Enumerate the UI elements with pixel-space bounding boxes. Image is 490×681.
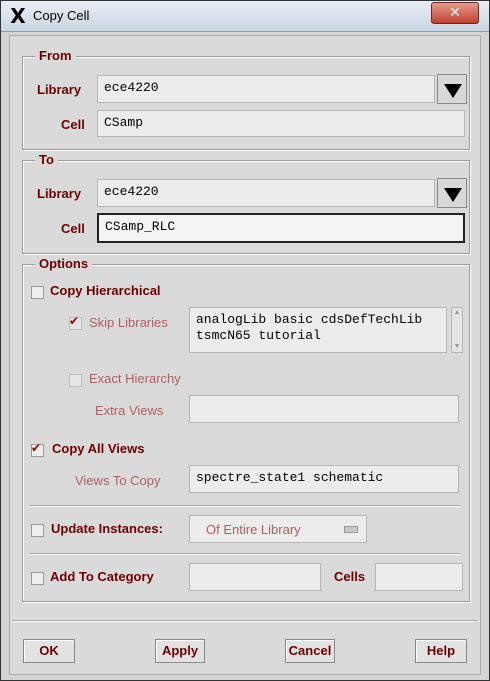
category-field[interactable] xyxy=(189,563,321,591)
ok-button[interactable]: OK xyxy=(23,639,75,663)
option-menu-indicator-icon xyxy=(344,526,358,533)
from-library-dropdown-button[interactable] xyxy=(437,74,467,104)
skip-libraries-label: Skip Libraries xyxy=(89,315,168,330)
extra-views-label: Extra Views xyxy=(95,403,164,418)
x-window-icon: X xyxy=(10,4,26,28)
to-cell-field[interactable]: CSamp_RLC xyxy=(97,213,465,243)
cells-field[interactable] xyxy=(375,563,463,591)
options-group-title: Options xyxy=(35,256,93,271)
from-group-title: From xyxy=(35,48,76,63)
skip-libraries-scrollbar[interactable]: ▲ ▼ xyxy=(451,307,463,353)
to-library-label: Library xyxy=(37,186,82,201)
update-instances-select-value: Of Entire Library xyxy=(206,522,301,537)
update-instances-label: Update Instances: xyxy=(51,521,163,536)
options-separator-1 xyxy=(29,505,461,506)
views-to-copy-field[interactable]: spectre_state1 schematic xyxy=(189,465,459,493)
skip-libraries-checkbox[interactable] xyxy=(69,314,82,330)
add-to-category-label: Add To Category xyxy=(50,569,154,584)
exact-hierarchy-label: Exact Hierarchy xyxy=(89,371,181,386)
to-library-dropdown-button[interactable] xyxy=(437,178,467,208)
views-to-copy-label: Views To Copy xyxy=(75,473,161,488)
scroll-up-icon[interactable]: ▲ xyxy=(453,309,461,317)
copy-hierarchical-checkbox[interactable] xyxy=(31,286,44,299)
scroll-down-icon[interactable]: ▼ xyxy=(453,343,461,351)
update-instances-select[interactable]: Of Entire Library xyxy=(189,515,367,543)
skip-libraries-field[interactable]: analogLib basic cdsDefTechLib tsmcN65 tu… xyxy=(189,307,447,353)
dialog-body: From Library ece4220 Cell CSamp To Libra… xyxy=(9,35,481,675)
copy-all-views-checkbox[interactable] xyxy=(31,441,44,457)
window-title: Copy Cell xyxy=(33,8,90,23)
copy-hierarchical-label: Copy Hierarchical xyxy=(50,283,161,298)
options-group: Options Copy Hierarchical Skip Libraries… xyxy=(22,256,470,602)
update-instances-checkbox[interactable] xyxy=(31,524,44,537)
to-library-field[interactable]: ece4220 xyxy=(97,179,435,207)
cancel-button[interactable]: Cancel xyxy=(285,639,335,663)
to-group-title: To xyxy=(35,152,58,167)
from-group: From Library ece4220 Cell CSamp xyxy=(22,48,470,150)
help-button[interactable]: Help xyxy=(415,639,467,663)
to-cell-label: Cell xyxy=(61,221,85,236)
to-group: To Library ece4220 Cell CSamp_RLC xyxy=(22,152,470,254)
exact-hierarchy-checkbox[interactable] xyxy=(69,374,82,387)
options-separator-2 xyxy=(29,553,461,554)
add-to-category-checkbox[interactable] xyxy=(31,572,44,585)
copy-all-views-label: Copy All Views xyxy=(52,441,145,456)
from-library-label: Library xyxy=(37,82,82,97)
cells-label: Cells xyxy=(334,569,366,584)
from-library-field[interactable]: ece4220 xyxy=(97,75,435,103)
extra-views-field[interactable] xyxy=(189,395,459,423)
from-cell-label: Cell xyxy=(61,117,85,132)
apply-button[interactable]: Apply xyxy=(155,639,205,663)
copy-cell-dialog: X Copy Cell ✕ From Library ece4220 Cell … xyxy=(0,0,490,681)
from-cell-field[interactable]: CSamp xyxy=(97,110,465,137)
button-bar-separator xyxy=(12,620,478,621)
title-bar[interactable]: X Copy Cell ✕ xyxy=(1,1,489,32)
close-button[interactable]: ✕ xyxy=(431,2,479,24)
